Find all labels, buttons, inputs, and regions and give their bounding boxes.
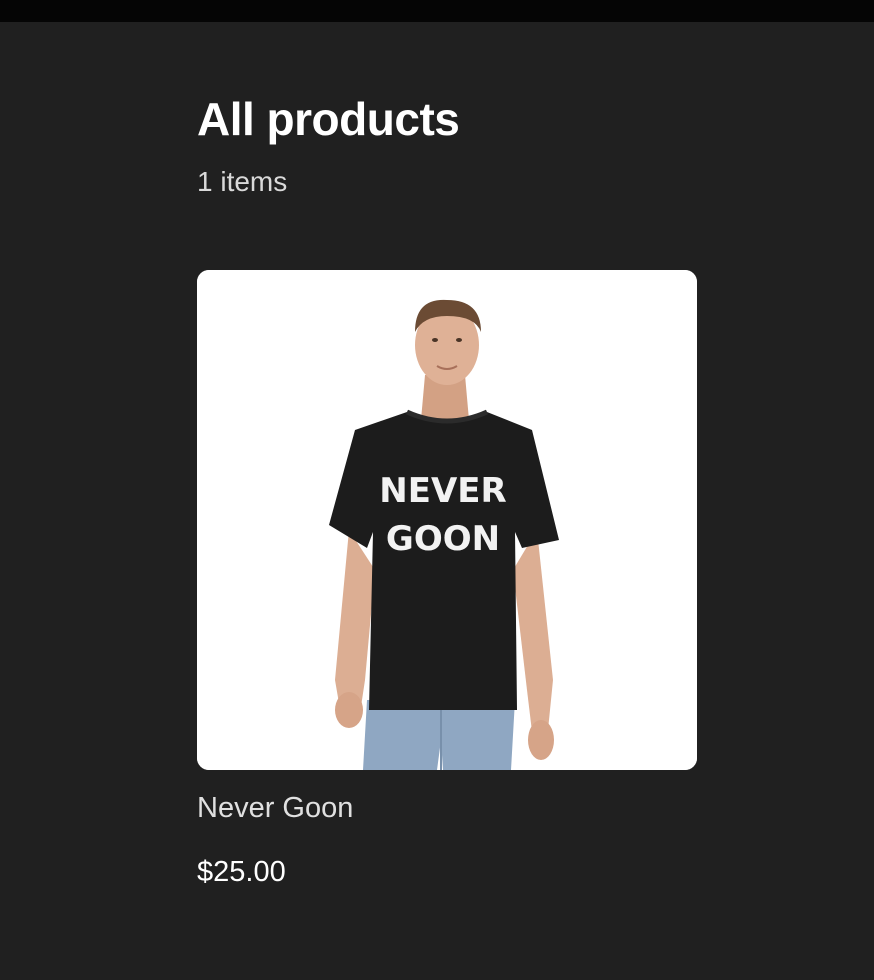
svg-text:NEVER: NEVER	[379, 471, 506, 511]
items-count: 1 items	[197, 166, 288, 197]
tshirt-model-image: NEVER GOON	[197, 270, 697, 770]
product-name[interactable]: Never Goon	[197, 792, 353, 825]
top-status-bar	[0, 0, 874, 22]
svg-text:GOON: GOON	[386, 519, 500, 559]
product-card[interactable]: NEVER GOON Never Goon $25.00	[197, 270, 697, 910]
product-price: $25.00	[197, 856, 286, 888]
page-title: All products	[197, 93, 460, 145]
product-image[interactable]: NEVER GOON	[197, 270, 697, 770]
